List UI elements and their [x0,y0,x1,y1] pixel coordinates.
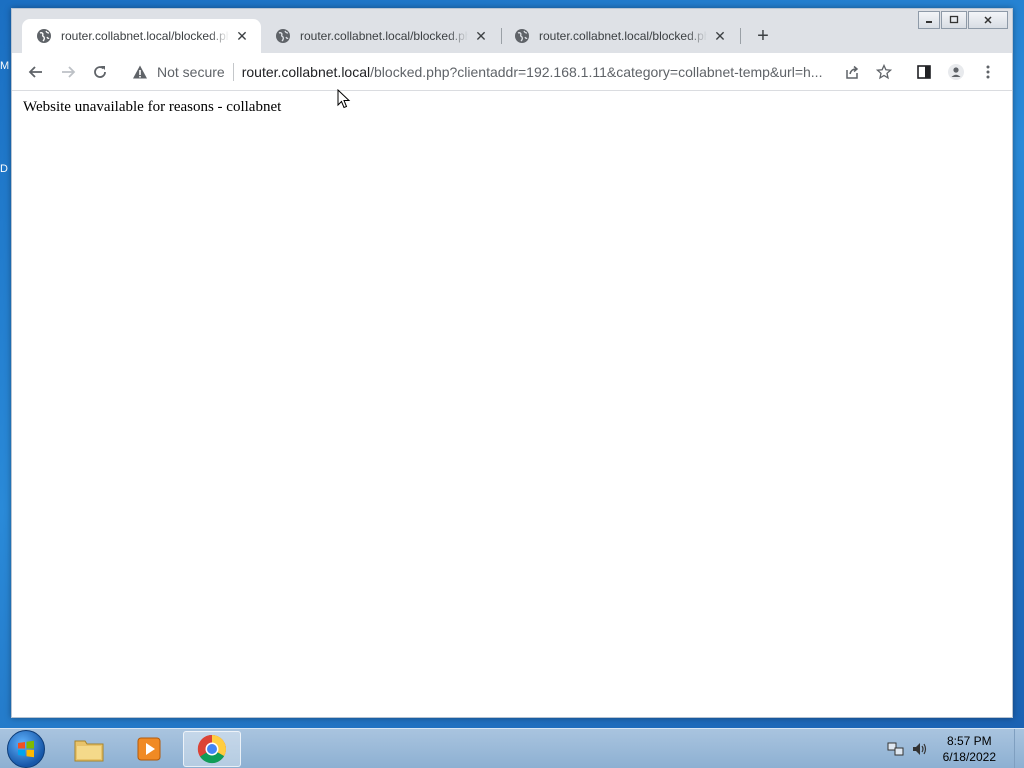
url-text[interactable]: router.collabnet.local/blocked.php?clien… [242,64,834,80]
blocked-message: Website unavailable for reasons - collab… [23,99,282,115]
new-tab-button[interactable]: + [752,25,774,47]
windows-logo-icon [18,740,34,758]
tab-2[interactable]: router.collabnet.local/blocked.php ✕ [261,19,500,53]
network-icon[interactable] [887,741,905,757]
restore-button[interactable] [941,11,967,29]
globe-icon [515,29,529,43]
share-icon [846,65,859,79]
taskbar-media-player[interactable] [120,731,178,767]
kebab-menu-icon [986,65,990,79]
forward-arrow-icon [62,66,76,78]
clock-date: 6/18/2022 [942,750,996,764]
security-label[interactable]: Not secure [157,64,225,80]
reload-button[interactable] [86,58,114,86]
profile-button[interactable] [942,58,970,86]
browser-window: router.collabnet.local/blocked.php ✕ rou… [11,8,1013,718]
tab-title: router.collabnet.local/blocked.php [61,29,229,43]
minimize-button[interactable] [918,11,940,29]
volume-icon[interactable] [911,741,929,757]
tab-separator [740,28,741,44]
desktop-icon-fragment: D [0,163,8,175]
clock-time: 8:57 PM [946,734,992,748]
close-tab-icon[interactable]: ✕ [472,27,490,45]
chrome-icon [197,734,226,764]
bookmark-button[interactable] [870,58,898,86]
tab-1[interactable]: router.collabnet.local/blocked.php ✕ [22,19,261,53]
close-icon [984,16,992,24]
globe-icon [37,29,51,43]
page-content: Website unavailable for reasons - collab… [12,92,1012,717]
desktop-icon-fragment: M [0,60,10,72]
taskbar-chrome[interactable] [183,731,241,767]
taskbar-file-explorer[interactable] [60,731,118,767]
show-desktop-button[interactable] [1014,729,1024,768]
tab-title: router.collabnet.local/blocked.php [300,29,468,43]
side-panel-icon [917,65,931,79]
mouse-cursor-icon [337,89,351,109]
menu-button[interactable] [974,58,1002,86]
profile-icon [948,64,964,80]
reload-icon [94,66,106,78]
folder-icon [74,740,104,762]
star-icon [876,64,892,80]
url-path: /blocked.php?clientaddr=192.168.1.11&cat… [370,64,823,80]
minimize-icon [926,21,932,23]
globe-icon [276,29,290,43]
close-window-button[interactable] [968,11,1008,29]
browser-toolbar: Not secure router.collabnet.local/blocke… [12,53,1012,91]
forward-button[interactable] [54,58,82,86]
close-tab-icon[interactable]: ✕ [233,27,251,45]
tab-3[interactable]: router.collabnet.local/blocked.php ✕ [500,19,739,53]
system-tray: 8:57 PM 6/18/2022 [887,729,1006,768]
share-button[interactable] [838,58,866,86]
taskbar: 8:57 PM 6/18/2022 [0,728,1024,768]
warning-icon[interactable] [132,64,148,80]
start-button[interactable] [7,730,45,768]
tab-title: router.collabnet.local/blocked.php [539,29,707,43]
url-host: router.collabnet.local [241,64,371,80]
media-player-icon [137,737,161,761]
clock[interactable]: 8:57 PM 6/18/2022 [943,733,996,765]
close-tab-icon[interactable]: ✕ [711,27,729,45]
omnibox-divider [232,63,234,81]
side-panel-button[interactable] [910,58,938,86]
restore-icon [949,15,959,24]
back-button[interactable] [22,58,50,86]
back-arrow-icon [28,66,42,78]
